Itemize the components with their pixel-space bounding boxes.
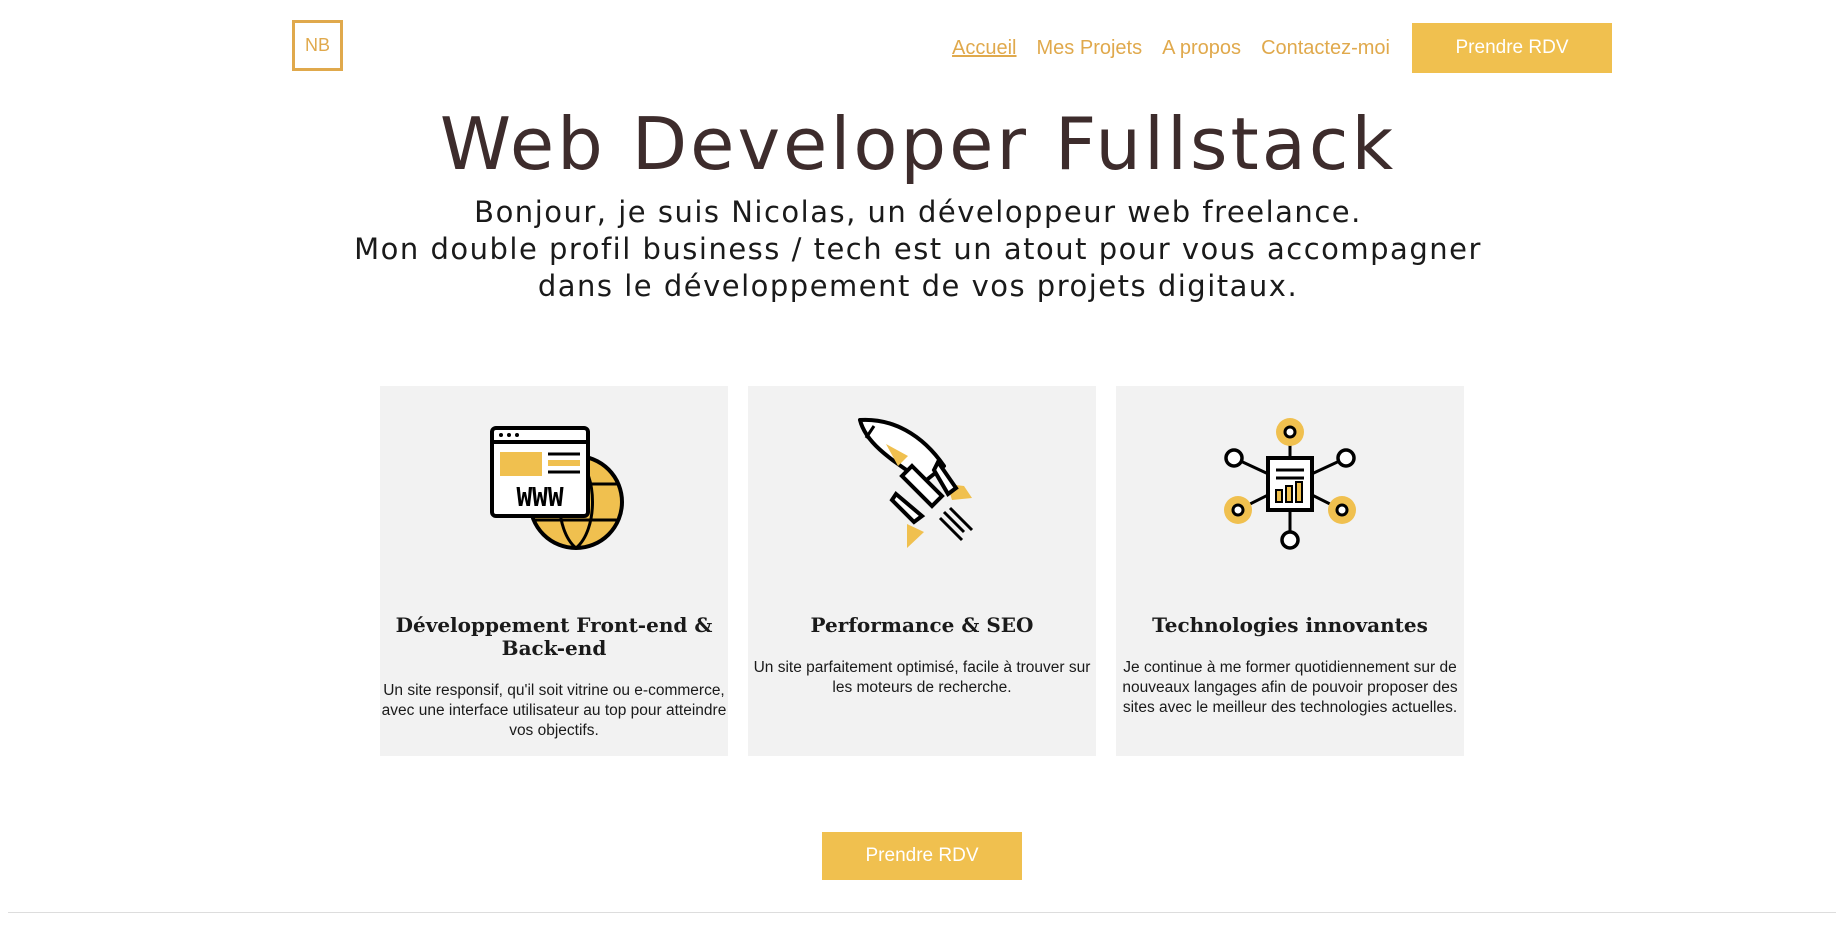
services-cards: WWW Développement Front-end & Back-end U… xyxy=(380,386,1464,756)
page-title: Web Developer Fullstack xyxy=(439,102,1397,186)
card-text: Un site parfaitement optimisé, facile à … xyxy=(753,659,1091,696)
svg-text:WWW: WWW xyxy=(517,483,564,513)
hero-subtitle-line: Mon double profil business / tech est un… xyxy=(354,232,1482,266)
footer-divider xyxy=(8,912,1836,913)
logo[interactable]: NB xyxy=(292,20,343,71)
hero-subtitle-line: Bonjour, je suis Nicolas, un développeur… xyxy=(474,195,1362,229)
service-card-technologies: Technologies innovantes Je continue à me… xyxy=(1116,386,1464,756)
network-icon xyxy=(1224,418,1356,550)
service-card-performance: Performance & SEO Un site parfaitement o… xyxy=(748,386,1096,756)
rocket-icon xyxy=(858,417,974,548)
nav-link-projets[interactable]: Mes Projets xyxy=(1037,37,1143,60)
nav-link-accueil[interactable]: Accueil xyxy=(952,37,1016,60)
service-card-frontend: WWW Développement Front-end & Back-end U… xyxy=(380,386,728,756)
nav-link-contact[interactable]: Contactez-moi xyxy=(1261,37,1390,60)
card-text: Un site responsif, qu'il soit vitrine ou… xyxy=(381,682,727,739)
card-title: Technologies innovantes xyxy=(1152,613,1428,637)
card-title: Développement Front-end & Back-end xyxy=(395,613,713,660)
globe-www-icon: WWW xyxy=(490,426,624,550)
nav-link-apropos[interactable]: A propos xyxy=(1162,37,1241,60)
hero-subtitle-line: dans le développement de vos projets dig… xyxy=(537,269,1299,303)
header-rdv-button[interactable]: Prendre RDV xyxy=(1412,23,1612,73)
card-title: Performance & SEO xyxy=(810,613,1034,637)
main-nav: Accueil Mes Projets A propos Contactez-m… xyxy=(952,23,1612,73)
hero-subtitle: Bonjour, je suis Nicolas, un développeur… xyxy=(0,194,1836,305)
site-header: NB Accueil Mes Projets A propos Contacte… xyxy=(0,0,1836,95)
bottom-rdv-button[interactable]: Prendre RDV xyxy=(822,832,1022,880)
card-text: Je continue à me former quotidiennement … xyxy=(1122,659,1458,716)
